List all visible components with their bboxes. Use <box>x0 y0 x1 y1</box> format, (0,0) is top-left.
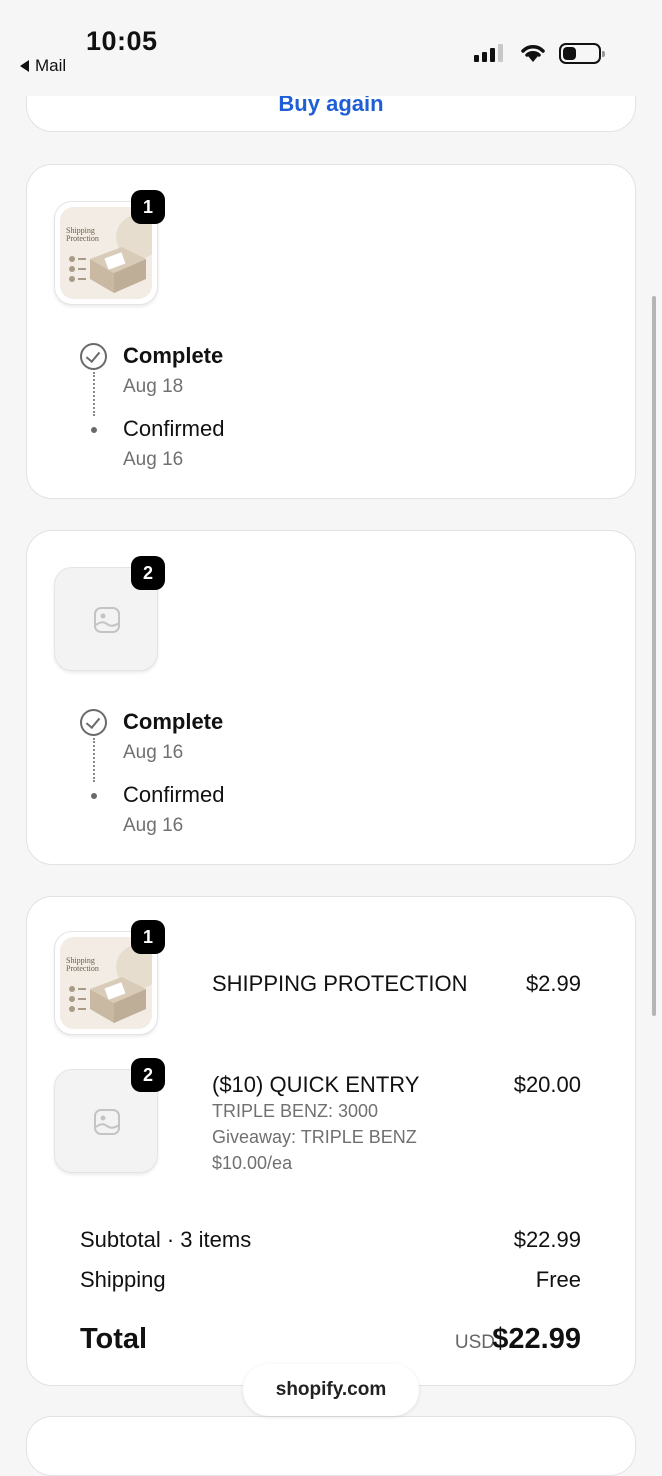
event-date: Aug 18 <box>123 376 184 397</box>
order-summary-card: Shipping Protection 1 SHIPPING PROTECTIO… <box>26 896 636 1386</box>
line-item-title: ($10) QUICK ENTRY <box>212 1072 420 1097</box>
event-title: Confirmed <box>123 782 225 807</box>
status-time: 10:05 <box>86 26 158 56</box>
quantity-badge: 1 <box>131 190 165 224</box>
shopify-link[interactable]: shopify.com <box>243 1364 419 1416</box>
line-item-title: SHIPPING PROTECTION <box>212 971 468 996</box>
check-circle-icon <box>80 343 107 370</box>
fulfillment-card: 2 Complete Aug 16 Confirmed Aug 16 <box>26 530 636 865</box>
wifi-icon <box>521 45 545 62</box>
timeline-dot <box>91 793 97 799</box>
quantity-badge: 2 <box>131 556 165 590</box>
back-label: Mail <box>35 56 67 75</box>
shipping-label: Shipping <box>80 1267 166 1292</box>
event-title: Complete <box>123 709 224 734</box>
event-date: Aug 16 <box>123 815 184 836</box>
product-thumbnail: Shipping Protection 1 <box>54 920 165 1035</box>
image-caption: Shipping Protection <box>66 226 99 243</box>
quantity-badge: 2 <box>131 1058 165 1092</box>
next-card <box>26 1416 636 1476</box>
image-caption: Shipping Protection <box>66 956 99 973</box>
timeline-dot <box>91 427 97 433</box>
subtotal-value: $22.99 <box>513 1227 581 1252</box>
image-placeholder-icon <box>94 607 120 633</box>
quantity-badge: 1 <box>131 920 165 954</box>
image-placeholder-icon <box>94 1109 120 1135</box>
back-to-mail-button[interactable]: Mail <box>20 56 66 76</box>
timeline-connector <box>93 372 95 416</box>
battery-icon <box>559 43 605 64</box>
status-bar: 10:05 Mail <box>0 0 662 96</box>
line-item-variant: TRIPLE BENZ: 3000 <box>212 1101 379 1121</box>
subtotal-label: Subtotal · 3 items <box>80 1227 252 1252</box>
total-value: $22.99 <box>492 1323 581 1355</box>
total-currency: USD <box>454 1332 495 1353</box>
check-circle-icon <box>80 709 107 736</box>
line-item-price: $20.00 <box>513 1072 581 1097</box>
shipping-value: Free <box>535 1267 581 1292</box>
line-item-price: $2.99 <box>525 971 581 996</box>
line-item-unit-price: $10.00/ea <box>212 1153 293 1173</box>
cellular-signal-icon <box>474 44 503 62</box>
scrollbar[interactable] <box>652 296 656 1016</box>
total-label: Total <box>80 1323 148 1355</box>
product-thumbnail: Shipping Protection 1 <box>54 190 165 305</box>
line-item-property: Giveaway: TRIPLE BENZ <box>212 1127 417 1147</box>
product-thumbnail: 2 <box>54 556 165 671</box>
event-date: Aug 16 <box>123 449 184 470</box>
event-title: Confirmed <box>123 416 225 441</box>
back-arrow-icon <box>20 60 29 72</box>
event-date: Aug 16 <box>123 742 184 763</box>
event-title: Complete <box>123 343 224 368</box>
product-thumbnail: 2 <box>54 1058 165 1173</box>
fulfillment-card: Shipping Protection 1 Complete Aug 18 Co… <box>26 164 636 499</box>
timeline-connector <box>93 738 95 782</box>
